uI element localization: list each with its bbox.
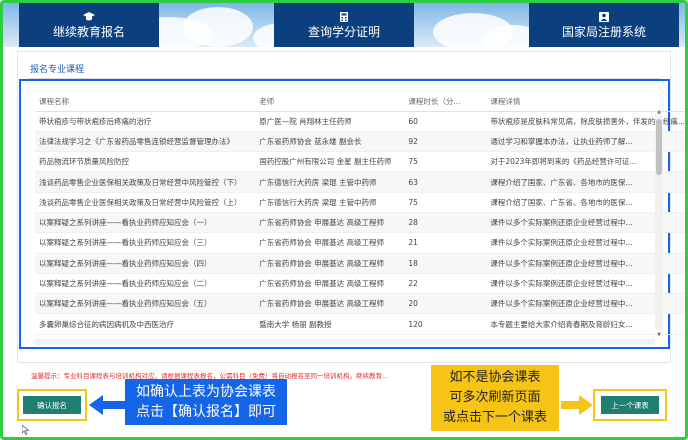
user-card-icon [599,11,609,22]
table-row[interactable]: 以案释疑之系列讲座——看执业药师应知应会（一） 广东省药师协会 申展基达 高级工… [35,212,685,234]
duration: 21 [404,232,487,254]
course-table: 课程名称 老师 课程时长（分... 课程详情 带状疱疹与带状疱疹后疼痛的治疗 原… [35,93,685,335]
table-row[interactable]: 多囊卵巢综合征的病因病机及中西医治疗 暨南大学 杨丽 副教授 120 本专题主要… [35,313,685,335]
mouse-cursor-icon [22,425,30,435]
teacher: 国药控股广州有限公司 金星 副主任药师 [255,151,405,173]
column-header[interactable]: 老师 [255,93,405,112]
right-arrow-icon [561,395,593,415]
tab-label: 国家局注册系统 [561,24,646,39]
teacher: 暨南大学 杨丽 副教授 [255,313,405,335]
table-row[interactable]: 浅谈药品零售企业医保相关政策及日常经营中风险管控（下） 广东德信行大药房 梁琨 … [35,171,685,193]
course-name: 多囊卵巢综合征的病因病机及中西医治疗 [35,313,256,335]
duration: 60 [404,111,487,132]
vertical-scrollbar[interactable] [655,115,663,330]
teacher: 广东省药师协会 申展基达 高级工程师 [255,253,405,274]
tab-credit-certificate[interactable]: 查询学分证明 [274,3,414,47]
table-row[interactable]: 以案释疑之系列讲座——看执业药师应知应会（三） 广东省药师协会 申展基达 高级工… [35,232,685,254]
teacher: 原广医—院 肖翔林主任药师 [255,111,405,132]
duration: 75 [404,151,487,173]
teacher: 广东省药师协会 蓝永雄 副会长 [255,131,405,153]
annotation-next-hint: 如不是协会课表 可多次刷新页面 或点击下一个课表 [431,365,559,431]
tab-national-registration[interactable]: 国家局注册系统 [529,3,679,47]
confirm-registration-button[interactable]: 确认报名 [23,396,81,414]
course-name: 以案释疑之系列讲座——看执业药师应知应会（五） [35,293,256,315]
teacher: 广东省药师协会 申展基达 高级工程师 [255,293,405,315]
course-name: 以案释疑之系列讲座——看执业药师应知应会（三） [35,232,256,254]
duration: 18 [404,253,487,274]
table-row[interactable]: 药品物流环节质量风险防控 国药控股广州有限公司 金星 副主任药师 75 对于20… [35,151,685,173]
next-button-highlight: 上一个课表 [593,389,667,421]
table-row[interactable]: 浅谈药品零售企业医保相关政策及日常经营中风险管控（上） 广东德信行大药房 梁琨 … [35,192,685,213]
course-name: 以案释疑之系列讲座——看执业药师应知应会（四） [35,253,256,274]
duration: 120 [404,313,487,335]
course-name: 法律法规学习之《广东省药品零售连锁经营监督管理办法》 [35,131,256,153]
duration: 28 [404,212,487,234]
tab-label: 继续教育报名 [52,24,125,39]
confirm-button-highlight: 确认报名 [17,389,87,421]
scroll-down-arrow-icon[interactable]: ▼ [655,332,663,338]
horizontal-scrollbar[interactable] [35,339,655,345]
table-row[interactable]: 带状疱疹与带状疱疹后疼痛的治疗 原广医—院 肖翔林主任药师 60 带状疱疹是皮肤… [35,111,685,132]
teacher: 广东德信行大药房 梁琨 主管中药师 [255,192,405,213]
panel-title: 报名专业课程 [30,65,85,75]
course-name: 药品物流环节质量风险防控 [35,151,256,173]
left-arrow-icon [89,395,125,415]
table-row[interactable]: 以案释疑之系列讲座——看执业药师应知应会（五） 广东省药师协会 申展基达 高级工… [35,293,685,315]
course-name: 以案释疑之系列讲座——看执业药师应知应会（一） [35,212,256,234]
annotation-line: 如确认上表为协会课表 [136,384,276,400]
table-header-row: 课程名称 老师 课程时长（分... 课程详情 [35,93,685,112]
duration: 75 [404,192,487,213]
course-name: 以案释疑之系列讲座——看执业药师应知应会（二） [35,273,256,295]
table-row[interactable]: 法律法规学习之《广东省药品零售连锁经营监督管理办法》 广东省药师协会 蓝永雄 副… [35,131,685,153]
course-name: 浅谈药品零售企业医保相关政策及日常经营中风险管控（下） [35,171,256,193]
table-row[interactable]: 以案释疑之系列讲座——看执业药师应知应会（四） 广东省药师协会 申展基达 高级工… [35,253,685,274]
annotation-line: 或点击下一个课表 [442,410,547,425]
column-header[interactable]: 课程时长（分... [404,93,487,112]
teacher: 广东省药师协会 申展基达 高级工程师 [255,273,405,295]
duration: 92 [404,131,487,153]
next-schedule-button[interactable]: 上一个课表 [601,396,659,414]
tab-continuing-education[interactable]: 继续教育报名 [19,3,159,47]
scrollbar-thumb[interactable] [656,119,662,175]
column-header[interactable]: 课程名称 [35,93,256,112]
course-name: 浅谈药品零售企业医保相关政策及日常经营中风险管控（上） [35,192,256,213]
duration: 63 [404,171,487,193]
annotation-confirm-hint: 如确认上表为协会课表 点击【确认报名】即可 [125,379,287,425]
annotation-line: 点击【确认报名】即可 [136,404,276,420]
duration: 22 [404,273,487,295]
course-name: 带状疱疹与带状疱疹后疼痛的治疗 [35,111,256,132]
annotation-line: 如不是协会课表 [449,370,541,385]
table-row[interactable]: 以案释疑之系列讲座——看执业药师应知应会（二） 广东省药师协会 申展基达 高级工… [35,273,685,295]
graduation-cap-icon [83,11,95,20]
teacher: 广东省药师协会 申展基达 高级工程师 [255,212,405,234]
annotation-line: 可多次刷新页面 [449,390,541,405]
duration: 20 [404,293,487,315]
tab-label: 查询学分证明 [307,24,380,39]
header-banner: 继续教育报名 查询学分证明 国家局注册系统 [3,3,685,53]
teacher: 广东省药师协会 申展基达 高级工程师 [255,232,405,254]
teacher: 广东德信行大药房 梁琨 主管中药师 [255,171,405,193]
calculator-icon [340,11,348,22]
screenshot-frame: 继续教育报名 查询学分证明 国家局注册系统 报名专业课程 课程名称 老师 课程时… [0,0,688,440]
